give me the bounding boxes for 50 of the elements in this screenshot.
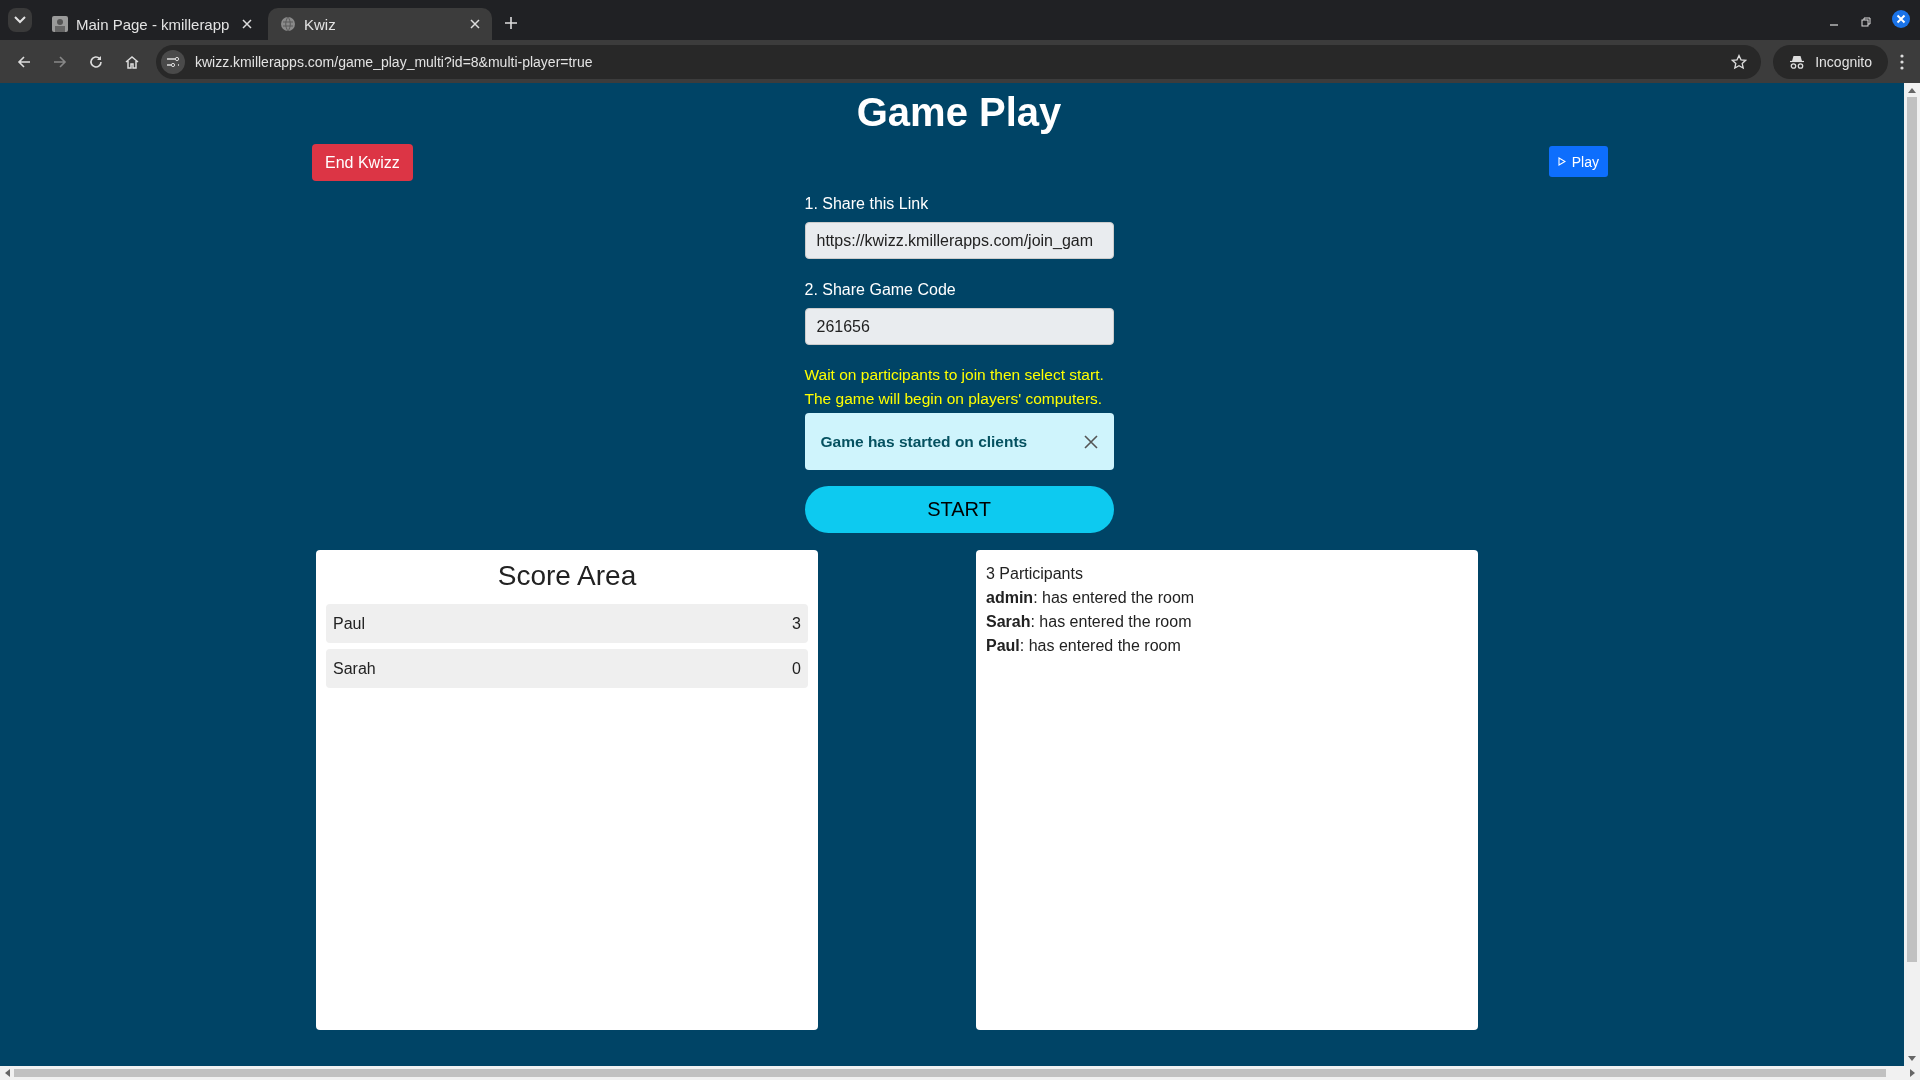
tab-search-button[interactable] [8,8,32,32]
participant-event: Paul: has entered the room [986,636,1182,656]
alert-text: Game has started on clients [820,432,1028,451]
menu-icon[interactable] [1900,53,1904,70]
browser-tab[interactable]: Kwiz [268,8,492,40]
player-score: 3 [792,614,801,633]
tab-title: Kwiz [304,15,337,33]
star-icon[interactable] [1731,53,1748,70]
input-field[interactable]: 261656 [804,308,1114,345]
player-score: 0 [792,659,801,678]
vertical-scrollbar[interactable] [1904,83,1920,1066]
field-label: 1. Share this Link [804,194,930,214]
tab-title: Main Page - kmillerapp [76,15,231,33]
horizontal-scrollbar[interactable] [0,1066,1920,1080]
thumbnail-icon [52,16,68,32]
participant-count: 3 Participants [986,564,1084,584]
back-icon[interactable] [16,53,32,70]
address-bar[interactable]: kwizz.kmillerapps.com/game_play_multi?id=8&multi-player=true [156,44,1762,79]
globe-icon [280,16,296,32]
panel-title: Score Area [496,560,638,592]
instruction-text: Wait on participants to join then select start. [804,365,1105,385]
player-name: Paul [333,614,366,633]
play-button[interactable]: Play [1548,146,1608,177]
url-text: kwizz.kmillerapps.com/game_play_multi?id=8&multi-player=true [195,53,593,70]
site-settings-icon[interactable] [161,49,185,74]
forward-icon[interactable] [52,53,68,70]
home-icon[interactable] [124,53,140,70]
instruction-text: The game will begin on players' computers. [804,389,1104,409]
page-title: Game Play [856,89,1062,135]
new-tab-icon[interactable] [504,16,518,30]
scroll-left-icon[interactable] [4,1069,10,1077]
close-icon[interactable] [1083,434,1098,449]
reload-icon[interactable] [88,53,104,70]
input-field[interactable]: https://kwizz.kmillerapps.com/join_gam [804,222,1114,259]
participant-event: Sarah: has entered the room [986,612,1193,632]
scroll-right-icon[interactable] [1910,1069,1916,1077]
end-kwizz-button[interactable]: End Kwizz [312,144,413,181]
participant-event: admin: has entered the room [986,588,1196,608]
field-label: 2. Share Game Code [804,280,957,300]
incognito-button[interactable]: Incognito [1773,44,1888,79]
incognito-icon [1789,54,1806,69]
browser-tab[interactable]: Main Page - kmillerapp [40,8,264,40]
restore-icon[interactable] [1860,16,1872,28]
chevron-down-icon [14,16,26,24]
play-icon [1557,157,1566,166]
player-name: Sarah [333,659,376,678]
scroll-down-icon[interactable] [1908,1056,1916,1062]
close-icon[interactable] [1892,10,1910,28]
scroll-up-icon[interactable] [1908,87,1916,93]
start-button[interactable]: START [804,486,1114,533]
